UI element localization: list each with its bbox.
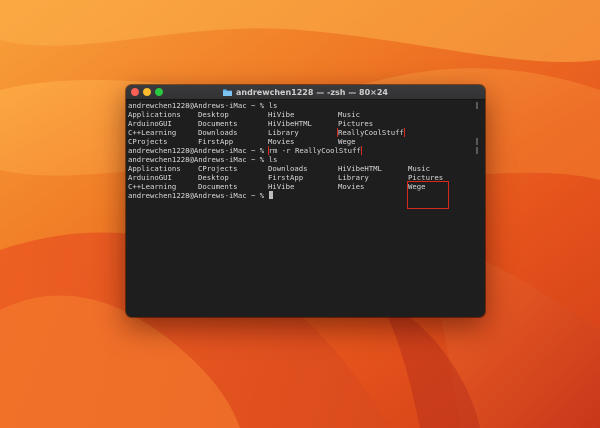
highlight-box	[407, 181, 449, 209]
terminal-output[interactable]: andrewchen1228@Andrews-iMac ~ % ls Appli…	[128, 101, 479, 313]
title-bar[interactable]: andrewchen1228 — -zsh — 80×24	[126, 85, 485, 100]
folder-icon	[223, 88, 233, 96]
line-marker	[476, 138, 478, 145]
listing-row: CProjects FirstApp Movies Wege	[128, 137, 356, 146]
window-title-text: andrewchen1228 — -zsh — 80×24	[236, 87, 388, 97]
window-title: andrewchen1228 — -zsh — 80×24	[126, 85, 485, 99]
terminal-window[interactable]: andrewchen1228 — -zsh — 80×24 andrewchen…	[126, 85, 485, 317]
prompt-line: andrewchen1228@Andrews-iMac ~ % ls	[128, 101, 278, 110]
listing-row: C++Learning Downloads Library ReallyCoolStu…	[128, 128, 405, 137]
listing-row: Applications CProjects Downloads HiVibeHTML…	[128, 164, 430, 173]
highlighted-folder-name: ReallyCoolStuff	[337, 128, 405, 137]
highlighted-command: rm -r ReallyCoolStuff	[267, 146, 362, 155]
text-cursor[interactable]	[268, 191, 273, 199]
line-marker	[476, 102, 478, 109]
listing-row: Applications Desktop HiVibe Music	[128, 110, 360, 119]
prompt-line: andrewchen1228@Andrews-iMac ~ % rm -r Re…	[128, 146, 362, 155]
command-text: ls	[268, 101, 278, 110]
command-text: ls	[268, 155, 278, 164]
listing-row: ArduinoGUI Documents HiVibeHTML Pictures	[128, 119, 374, 128]
line-marker	[476, 147, 478, 154]
prompt-line: andrewchen1228@Andrews-iMac ~ % ls	[128, 155, 278, 164]
